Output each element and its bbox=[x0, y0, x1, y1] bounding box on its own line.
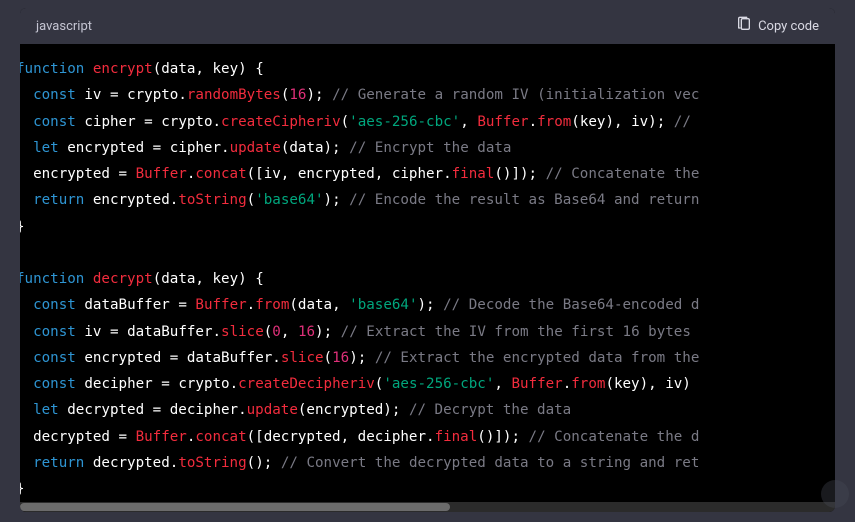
copy-code-button[interactable]: Copy code bbox=[736, 16, 819, 36]
code-content: function encrypt(data, key) { const iv =… bbox=[20, 61, 699, 497]
clipboard-icon bbox=[736, 16, 752, 36]
scroll-down-button[interactable] bbox=[821, 480, 849, 508]
language-label: javascript bbox=[36, 19, 92, 34]
horizontal-scrollbar-thumb[interactable] bbox=[20, 503, 450, 511]
code-area[interactable]: function encrypt(data, key) { const iv =… bbox=[20, 44, 835, 512]
code-header: javascript Copy code bbox=[20, 8, 835, 44]
copy-code-label: Copy code bbox=[758, 19, 819, 34]
code-block: javascript Copy code function encrypt(da… bbox=[20, 8, 835, 512]
horizontal-scrollbar[interactable] bbox=[20, 502, 835, 512]
